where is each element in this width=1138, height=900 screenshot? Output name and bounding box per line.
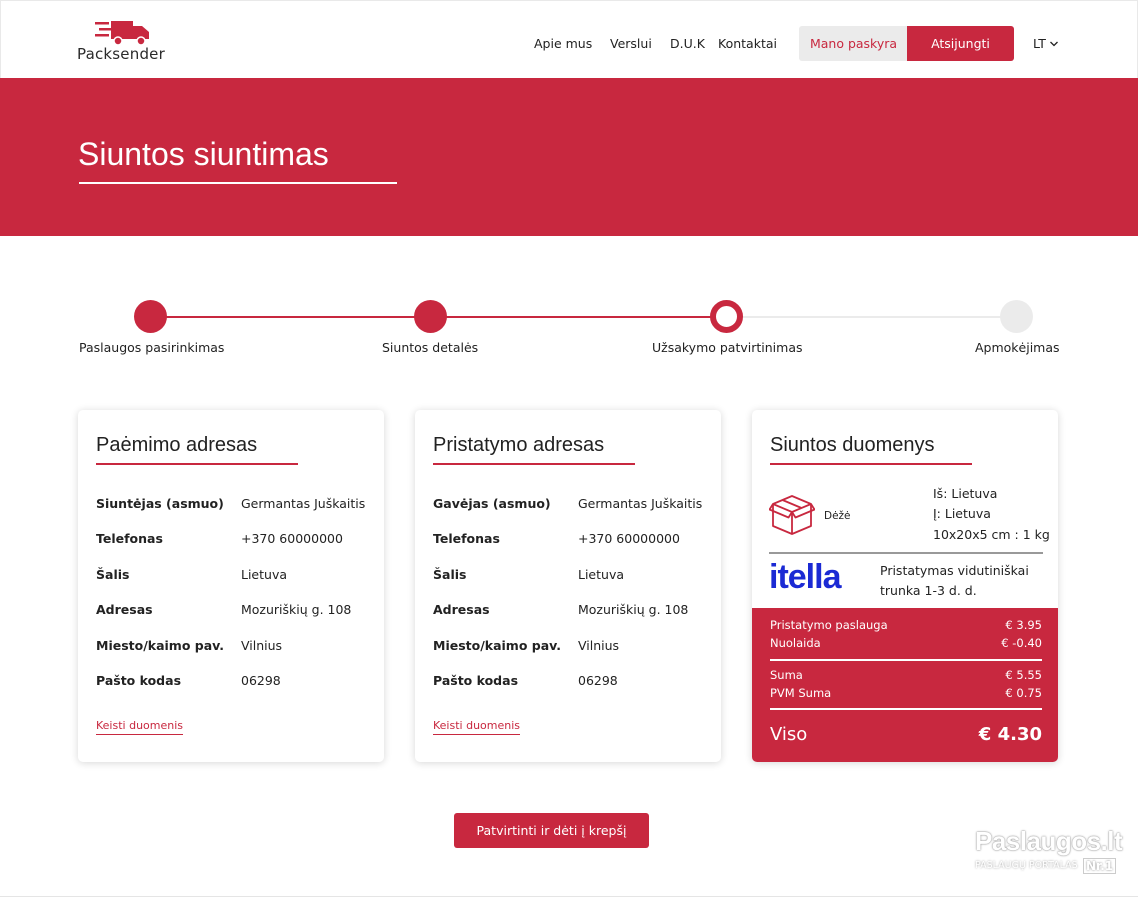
step-1-dot	[134, 300, 167, 333]
site-header: Packsender Apie mus Verslui D.U.K Kontak…	[0, 0, 1138, 78]
card-title-underline	[770, 463, 972, 465]
detail-label: Miesto/kaimo pav.	[96, 638, 225, 653]
nav-link-about[interactable]: Apie mus	[534, 36, 592, 51]
delivery-time-line2: trunka 1-3 d. d.	[880, 583, 977, 598]
logo[interactable]: Packsender	[77, 19, 177, 65]
shipment-to: Į: Lietuva	[933, 506, 991, 521]
watermark-subtitle: PASLAUGŲ PORTALAS	[975, 860, 1078, 871]
delivery-address-card: Pristatymo adresas Gavėjas (asmuo) German…	[415, 410, 721, 762]
pickup-address-card: Paėmimo adresas Siuntėjas (asmuo) Germant…	[78, 410, 384, 762]
shipment-dimensions: 10x20x5 cm : 1 kg	[933, 527, 1050, 542]
price-value: € 5.55	[1005, 668, 1042, 682]
card-title: Pristatymo adresas	[433, 434, 605, 456]
detail-value: +370 60000000	[241, 531, 343, 546]
box-icon	[769, 495, 815, 535]
stepper-track-remaining	[726, 316, 1016, 318]
detail-label: Telefonas	[96, 531, 163, 546]
step-3-label: Užsakymo patvirtinimas	[652, 340, 803, 355]
card-title-underline	[96, 463, 298, 465]
detail-label: Adresas	[96, 602, 153, 617]
card-title: Siuntos duomenys	[770, 434, 935, 456]
watermark-title: Paslaugos.lt	[975, 826, 1123, 856]
edit-pickup-link[interactable]: Keisti duomenis	[96, 719, 184, 735]
nav-link-contacts[interactable]: Kontaktai	[718, 36, 777, 51]
shipment-from: Iš: Lietuva	[933, 486, 998, 501]
detail-value: Vilnius	[241, 638, 283, 653]
logout-button[interactable]: Atsijungti	[907, 26, 1014, 61]
detail-value: Germantas Juškaitis	[578, 496, 703, 511]
footer-divider	[0, 896, 1138, 897]
detail-value: Germantas Juškaitis	[241, 496, 366, 511]
logo-text: Packsender	[77, 45, 165, 63]
detail-value: Lietuva	[241, 567, 288, 582]
chevron-down-icon	[1049, 41, 1058, 46]
card-title-underline	[433, 463, 635, 465]
detail-value: +370 60000000	[578, 531, 680, 546]
progress-stepper: Paslaugos pasirinkimas Siuntos detalės U…	[0, 290, 1138, 370]
truck-icon	[95, 21, 149, 46]
detail-label: Siuntėjas (asmuo)	[96, 496, 224, 511]
delivery-time-line1: Pristatymas vidutiniškai	[880, 563, 1029, 578]
detail-label: Telefonas	[433, 531, 500, 546]
price-label: PVM Suma	[770, 686, 832, 700]
detail-label: Šalis	[433, 567, 467, 582]
step-2-label: Siuntos detalės	[382, 340, 479, 355]
shipment-details-card: Siuntos duomenys Dėžė Iš: Lietuva Į: Lie…	[752, 410, 1058, 762]
nav-link-business[interactable]: Verslui	[610, 36, 652, 51]
title-underline	[79, 182, 397, 184]
price-summary: Pristatymo paslauga € 3.95 Nuolaida € -0.4…	[752, 608, 1058, 762]
price-label: Pristatymo paslauga	[770, 618, 888, 632]
price-value: € -0.40	[1001, 636, 1042, 650]
step-3-dot	[710, 300, 743, 333]
language-label: LT	[1033, 36, 1046, 51]
step-4-dot	[1000, 300, 1033, 333]
detail-label: Šalis	[96, 567, 130, 582]
price-value: € 3.95	[1005, 618, 1042, 632]
my-account-button[interactable]: Mano paskyra	[799, 26, 908, 61]
detail-label: Pašto kodas	[433, 673, 519, 688]
detail-value: 06298	[578, 673, 618, 688]
total-amount: € 4.30	[978, 724, 1042, 745]
detail-value: Mozuriškių g. 108	[241, 602, 352, 617]
price-divider	[770, 659, 1042, 661]
detail-label: Pašto kodas	[96, 673, 182, 688]
price-row: Nuolaida € -0.40	[770, 636, 1042, 650]
step-1-label: Paslaugos pasirinkimas	[79, 340, 225, 355]
carrier-logo: itella	[769, 558, 841, 596]
watermark-badge: Nr.1	[1083, 858, 1117, 874]
price-row: Pristatymo paslauga € 3.95	[770, 618, 1042, 632]
detail-value: Vilnius	[578, 638, 620, 653]
detail-label: Adresas	[433, 602, 490, 617]
package-type: Dėžė	[824, 510, 851, 522]
divider	[769, 552, 1043, 554]
price-divider	[770, 708, 1042, 710]
price-row: Suma € 5.55	[770, 668, 1042, 682]
total-row: Viso € 4.30	[770, 724, 1042, 745]
price-label: Suma	[770, 668, 803, 682]
edit-delivery-link[interactable]: Keisti duomenis	[433, 719, 521, 735]
detail-label: Gavėjas (asmuo)	[433, 496, 551, 511]
total-label: Viso	[770, 724, 808, 745]
detail-value: Lietuva	[578, 567, 625, 582]
price-value: € 0.75	[1005, 686, 1042, 700]
step-4-label: Apmokėjimas	[975, 340, 1060, 355]
price-label: Nuolaida	[770, 636, 821, 650]
detail-value: Mozuriškių g. 108	[578, 602, 689, 617]
price-row: PVM Suma € 0.75	[770, 686, 1042, 700]
detail-value: 06298	[241, 673, 281, 688]
page-title: Siuntos siuntimas	[78, 136, 329, 172]
card-title: Paėmimo adresas	[96, 434, 258, 456]
detail-label: Miesto/kaimo pav.	[433, 638, 562, 653]
language-selector[interactable]: LT	[1033, 36, 1059, 51]
hero-banner: Siuntos siuntimas	[0, 78, 1138, 236]
confirm-add-to-cart-button[interactable]: Patvirtinti ir dėti į krepšį	[454, 813, 649, 848]
step-2-dot	[414, 300, 447, 333]
nav-link-faq[interactable]: D.U.K	[670, 36, 705, 51]
watermark: Paslaugos.lt PASLAUGŲ PORTALAS Nr.1	[975, 826, 1123, 878]
